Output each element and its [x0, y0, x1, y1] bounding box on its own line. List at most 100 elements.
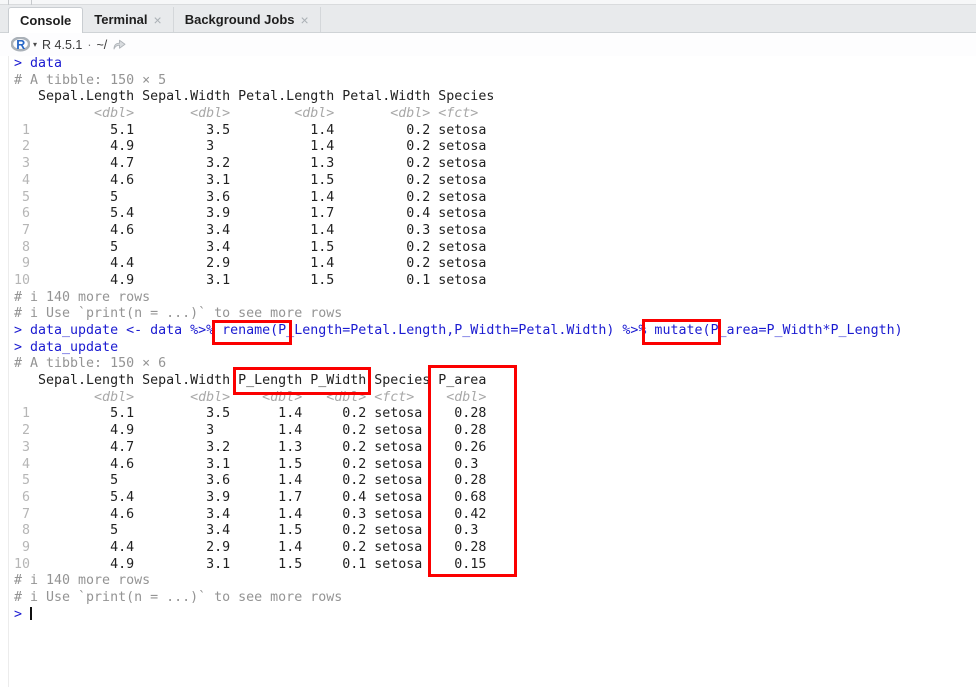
console-line: 9 4.4 2.9 1.4 0.2 setosa	[14, 256, 976, 273]
console-text: 4.6 3.4 1.4 0.3 setosa 0.42	[30, 507, 486, 522]
console-text: 4.9 3 1.4 0.2 setosa 0.28	[30, 423, 486, 438]
console-tab-bar: Console Terminal × Background Jobs ×	[0, 5, 976, 33]
console-text: 9	[14, 256, 30, 271]
console-text: 4.6 3.4 1.4 0.3 setosa	[30, 223, 494, 238]
console-line: 8 5 3.4 1.5 0.2 setosa 0.3	[14, 523, 976, 540]
console-text: > data_update <- data %>% rename(P_Lengt…	[14, 323, 903, 338]
console-text: # i Use `print(n = ...)` to see more row…	[14, 306, 342, 321]
chevron-down-icon[interactable]: ▾	[33, 40, 37, 49]
tab-terminal-label: Terminal	[94, 12, 147, 27]
console-left-gutter	[8, 56, 9, 687]
console-text: 5.1 3.5 1.4 0.2 setosa	[30, 123, 494, 138]
console-text: 5.4 3.9 1.7 0.4 setosa	[30, 206, 494, 221]
console-text: # i 140 more rows	[14, 573, 150, 588]
console-text: 4.9 3 1.4 0.2 setosa	[30, 139, 494, 154]
console-text: 8	[14, 523, 30, 538]
separator-dot: ·	[87, 38, 91, 52]
console-text: 4.7 3.2 1.3 0.2 setosa	[30, 156, 494, 171]
console-text: 1	[14, 123, 30, 138]
console-line: 3 4.7 3.2 1.3 0.2 setosa 0.26	[14, 440, 976, 457]
console-text: 2	[14, 423, 30, 438]
console-line: 7 4.6 3.4 1.4 0.3 setosa	[14, 223, 976, 240]
console-text: 5 3.4 1.5 0.2 setosa 0.3	[30, 523, 486, 538]
console-line: 8 5 3.4 1.5 0.2 setosa	[14, 240, 976, 257]
console-text: 5 3.6 1.4 0.2 setosa 0.28	[30, 473, 486, 488]
open-working-dir-icon[interactable]	[112, 38, 127, 51]
console-text: 8	[14, 240, 30, 255]
console-text: 7	[14, 507, 30, 522]
console-toolbar: R ▾ R 4.5.1 · ~/	[0, 33, 976, 56]
console-text: 5 3.6 1.4 0.2 setosa	[30, 190, 494, 205]
console-text: 4	[14, 457, 30, 472]
console-text: 4.9 3.1 1.5 0.1 setosa 0.15	[30, 557, 486, 572]
console-text: 5	[14, 473, 30, 488]
console-text: 4.6 3.1 1.5 0.2 setosa 0.3	[30, 457, 486, 472]
console-text: # A tibble: 150 × 6	[14, 356, 166, 371]
console-line: 1 5.1 3.5 1.4 0.2 setosa 0.28	[14, 406, 976, 423]
close-icon[interactable]: ×	[154, 13, 162, 27]
console-text: # i Use `print(n = ...)` to see more row…	[14, 590, 342, 605]
console-line: # i Use `print(n = ...)` to see more row…	[14, 590, 976, 607]
console-line: <dbl> <dbl> <dbl> <dbl> <fct> <dbl>	[14, 390, 976, 407]
console-text: >	[14, 607, 30, 622]
console-text: 7	[14, 223, 30, 238]
console-text: > data_update	[14, 340, 118, 355]
console-text: 4.6 3.1 1.5 0.2 setosa	[30, 173, 494, 188]
console-line: # i 140 more rows	[14, 573, 976, 590]
console-line: # A tibble: 150 × 5	[14, 73, 976, 90]
console-text: # A tibble: 150 × 5	[14, 73, 166, 88]
console-line: 6 5.4 3.9 1.7 0.4 setosa	[14, 206, 976, 223]
console-line: 10 4.9 3.1 1.5 0.1 setosa 0.15	[14, 557, 976, 574]
console-line: > data	[14, 56, 976, 73]
console-line: 4 4.6 3.1 1.5 0.2 setosa 0.3	[14, 457, 976, 474]
console-line: 10 4.9 3.1 1.5 0.1 setosa	[14, 273, 976, 290]
console-text: 3	[14, 156, 30, 171]
console-text: 5.4 3.9 1.7 0.4 setosa 0.68	[30, 490, 486, 505]
tab-background-jobs-label: Background Jobs	[185, 12, 295, 27]
console-text: 10	[14, 557, 30, 572]
working-dir-label: ~/	[97, 38, 108, 52]
r-version-label: R 4.5.1	[42, 38, 82, 52]
console-line: 1 5.1 3.5 1.4 0.2 setosa	[14, 123, 976, 140]
console-text: 5 3.4 1.5 0.2 setosa	[30, 240, 494, 255]
console-text: 4.4 2.9 1.4 0.2 setosa	[30, 256, 494, 271]
console-text: <dbl> <dbl> <dbl> <dbl> <fct>	[14, 106, 494, 121]
console-text: 2	[14, 139, 30, 154]
console-line: 7 4.6 3.4 1.4 0.3 setosa 0.42	[14, 507, 976, 524]
console-text: <dbl> <dbl> <dbl> <dbl> <fct> <dbl>	[14, 390, 486, 405]
console-text: 9	[14, 540, 30, 555]
console-line: <dbl> <dbl> <dbl> <dbl> <fct>	[14, 106, 976, 123]
console-line: 2 4.9 3 1.4 0.2 setosa	[14, 139, 976, 156]
console-line: Sepal.Length Sepal.Width Petal.Length Pe…	[14, 89, 976, 106]
close-icon[interactable]: ×	[301, 13, 309, 27]
console-text: 4.7 3.2 1.3 0.2 setosa 0.26	[30, 440, 486, 455]
console-line: # i 140 more rows	[14, 290, 976, 307]
console-text: 10	[14, 273, 30, 288]
console-line: 5 5 3.6 1.4 0.2 setosa 0.28	[14, 473, 976, 490]
tab-background-jobs[interactable]: Background Jobs ×	[174, 7, 321, 32]
console-line: > data_update <- data %>% rename(P_Lengt…	[14, 323, 976, 340]
console-text: Sepal.Length Sepal.Width P_Length P_Widt…	[14, 373, 486, 388]
console-text: 6	[14, 490, 30, 505]
console-text: 1	[14, 406, 30, 421]
console-text: # i 140 more rows	[14, 290, 150, 305]
console-line: >	[14, 607, 976, 624]
tab-console-label: Console	[20, 13, 71, 28]
console-text: 4.9 3.1 1.5 0.1 setosa	[30, 273, 494, 288]
console-line: Sepal.Length Sepal.Width P_Length P_Widt…	[14, 373, 976, 390]
tab-console[interactable]: Console	[8, 7, 83, 33]
console-line: # A tibble: 150 × 6	[14, 356, 976, 373]
console-output[interactable]: > data# A tibble: 150 × 5 Sepal.Length S…	[14, 56, 976, 687]
console-text: Sepal.Length Sepal.Width Petal.Length Pe…	[14, 89, 494, 104]
r-logo-icon[interactable]: R	[11, 37, 30, 52]
tab-terminal[interactable]: Terminal ×	[83, 7, 173, 32]
console-line: 5 5 3.6 1.4 0.2 setosa	[14, 190, 976, 207]
console-line: > data_update	[14, 340, 976, 357]
console-text: 4.4 2.9 1.4 0.2 setosa 0.28	[30, 540, 486, 555]
svg-text:R: R	[16, 38, 25, 52]
console-line: 4 4.6 3.1 1.5 0.2 setosa	[14, 173, 976, 190]
console-line: 6 5.4 3.9 1.7 0.4 setosa 0.68	[14, 490, 976, 507]
console-line: 9 4.4 2.9 1.4 0.2 setosa 0.28	[14, 540, 976, 557]
console-cursor	[30, 607, 32, 620]
console-line: 3 4.7 3.2 1.3 0.2 setosa	[14, 156, 976, 173]
